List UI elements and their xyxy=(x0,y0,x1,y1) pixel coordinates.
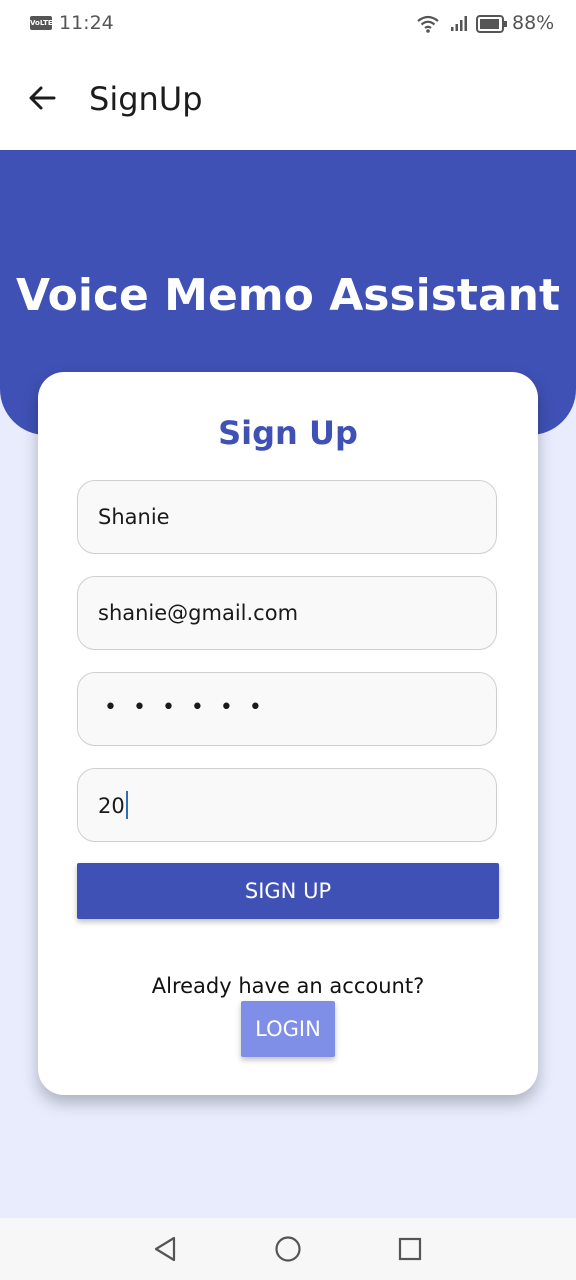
arrow-left-icon[interactable] xyxy=(26,82,58,114)
app-title: Voice Memo Assistant xyxy=(15,270,560,321)
navigation-bar xyxy=(0,1218,576,1280)
signup-card: Sign Up Shanie shanie@gmail.com •••••• 2… xyxy=(38,372,538,1095)
password-value: •••••• xyxy=(104,695,278,720)
status-time: 11:24 xyxy=(59,12,114,34)
nav-back-icon[interactable] xyxy=(152,1235,178,1263)
already-have-account-text: Already have an account? xyxy=(151,974,425,998)
screen: VoLTE 11:24 88% SignUp Voice Memo Assist… xyxy=(0,0,576,1280)
login-button[interactable]: LOGIN xyxy=(241,1001,335,1057)
age-value: 20 xyxy=(98,794,125,818)
nav-home-icon[interactable] xyxy=(274,1235,302,1263)
battery-percentage: 88% xyxy=(512,12,555,34)
status-bar: VoLTE 11:24 88% xyxy=(0,0,576,48)
app-bar-title: SignUp xyxy=(89,80,203,118)
text-caret xyxy=(125,791,128,819)
password-input[interactable]: •••••• xyxy=(77,672,497,746)
name-input[interactable]: Shanie xyxy=(77,480,497,554)
volte-icon: VoLTE xyxy=(30,16,53,30)
age-input[interactable]: 20 xyxy=(77,768,497,842)
email-input[interactable]: shanie@gmail.com xyxy=(77,576,497,650)
age-value-wrap: 20 xyxy=(98,791,128,821)
signal-icon xyxy=(451,16,467,31)
email-value: shanie@gmail.com xyxy=(98,601,299,625)
wifi-icon xyxy=(417,15,439,33)
battery-icon xyxy=(476,15,507,33)
app-bar: SignUp xyxy=(0,48,576,150)
form-title: Sign Up xyxy=(218,414,358,452)
nav-recent-apps-icon[interactable] xyxy=(398,1237,422,1261)
name-value: Shanie xyxy=(98,505,170,529)
signup-button[interactable]: SIGN UP xyxy=(77,863,499,919)
